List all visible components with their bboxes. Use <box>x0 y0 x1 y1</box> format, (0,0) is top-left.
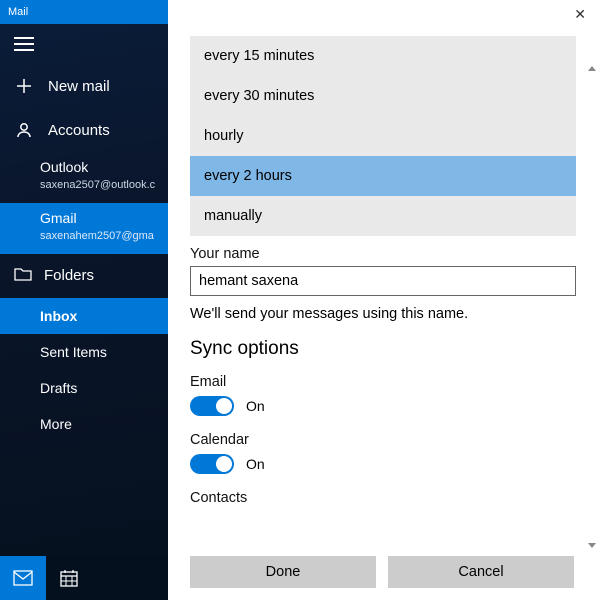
accounts-header[interactable]: Accounts <box>0 108 168 152</box>
calendar-toggle[interactable] <box>190 454 234 474</box>
scrollbar[interactable] <box>586 66 596 548</box>
new-mail-button[interactable]: New mail <box>0 64 168 108</box>
bottom-bar <box>0 556 168 600</box>
close-icon: ✕ <box>574 6 586 22</box>
folders-header[interactable]: Folders <box>0 254 168 298</box>
mail-tab-button[interactable] <box>0 556 46 600</box>
contacts-toggle-label: Contacts <box>190 490 582 506</box>
dd-option-hourly[interactable]: hourly <box>190 116 576 156</box>
folder-drafts[interactable]: Drafts <box>0 370 168 406</box>
cancel-button[interactable]: Cancel <box>388 556 574 588</box>
done-button[interactable]: Done <box>190 556 376 588</box>
hamburger-icon <box>14 37 34 51</box>
close-button[interactable]: ✕ <box>574 6 586 23</box>
sidebar: Mail New mail Accounts Outlook saxena250… <box>0 0 168 600</box>
name-hint: We'll send your messages using this name… <box>190 306 582 322</box>
account-gmail[interactable]: Gmail saxenahem2507@gma <box>0 203 168 254</box>
account-name: Outlook <box>40 158 168 178</box>
dd-option-30min[interactable]: every 30 minutes <box>190 76 576 116</box>
your-name-input[interactable] <box>190 266 576 296</box>
sync-interval-dropdown[interactable]: every 15 minutes every 30 minutes hourly… <box>190 36 576 236</box>
plus-icon <box>14 77 34 95</box>
settings-pane: ✕ every 15 minutes every 30 minutes hour… <box>168 0 600 600</box>
new-mail-label: New mail <box>48 78 110 95</box>
email-toggle-label: Email <box>190 374 582 390</box>
calendar-tab-button[interactable] <box>46 556 92 600</box>
dd-option-manually[interactable]: manually <box>190 196 576 236</box>
account-outlook[interactable]: Outlook saxena2507@outlook.c <box>0 152 168 203</box>
mail-icon <box>13 570 33 586</box>
account-email: saxenahem2507@gma <box>40 229 168 244</box>
folders-label: Folders <box>44 267 94 284</box>
email-toggle[interactable] <box>190 396 234 416</box>
app-title: Mail <box>0 0 168 24</box>
calendar-toggle-state: On <box>246 456 265 472</box>
folder-sent[interactable]: Sent Items <box>0 334 168 370</box>
folder-inbox[interactable]: Inbox <box>0 298 168 334</box>
folder-icon <box>14 266 32 286</box>
account-email: saxena2507@outlook.c <box>40 178 168 193</box>
accounts-label: Accounts <box>48 122 110 139</box>
calendar-icon <box>60 569 78 587</box>
dd-option-2hours[interactable]: every 2 hours <box>190 156 576 196</box>
account-name: Gmail <box>40 209 168 229</box>
your-name-label: Your name <box>190 246 582 262</box>
calendar-toggle-label: Calendar <box>190 432 582 448</box>
email-toggle-state: On <box>246 398 265 414</box>
person-icon <box>14 121 34 139</box>
hamburger-button[interactable] <box>0 24 168 64</box>
dd-option-15min[interactable]: every 15 minutes <box>190 36 576 76</box>
folder-more[interactable]: More <box>0 406 168 442</box>
sync-options-header: Sync options <box>190 338 582 360</box>
